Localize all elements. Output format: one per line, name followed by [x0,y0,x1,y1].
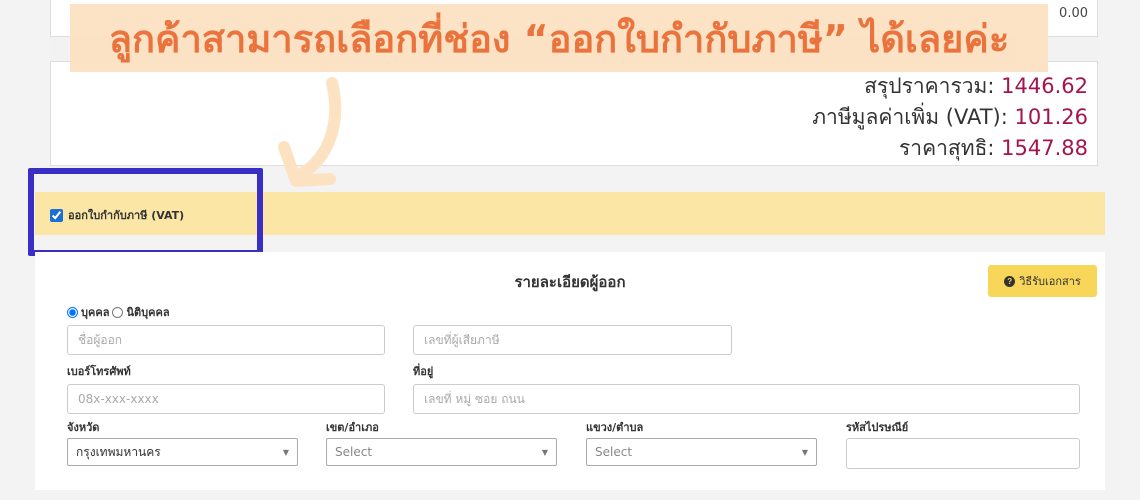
subdistrict-value: Select [595,445,633,459]
address-label: ที่อยู่ [413,365,434,378]
net-label: ราคาสุทธิ: [899,136,995,160]
radio-company[interactable] [112,306,124,318]
chevron-down-icon: ▼ [282,447,289,457]
province-label: จังหวัด [67,421,100,434]
radio-person[interactable] [67,306,78,318]
net-line: ราคาสุทธิ: 1547.88 [899,132,1088,165]
form-title: รายละเอียดผู้ออก [514,273,626,291]
chevron-down-icon: ▼ [801,447,808,457]
district-select[interactable]: Select ▼ [326,438,557,466]
zip-input[interactable] [846,438,1080,469]
subtotal-line: สรุปราคารวม: 1446.62 [864,70,1088,103]
question-icon: ? [1004,275,1016,287]
issuer-details-card: รายละเอียดผู้ออก ? วิธีรับเอกสาร บุคคล นิ… [35,252,1105,490]
address-input[interactable] [413,384,1080,414]
subtotal-label: สรุปราคารวม: [864,74,995,98]
vat-line: ภาษีมูลค่าเพิ่ม (VAT): 101.26 [812,101,1088,134]
radio-company-label: นิติบุคคล [126,306,170,319]
radio-person-label: บุคคล [81,306,110,319]
district-value: Select [335,445,373,459]
subtotal-value: 1446.62 [1001,74,1088,98]
subdistrict-select[interactable]: Select ▼ [586,438,817,466]
vat-value: 101.26 [1014,105,1088,129]
vat-label: ภาษีมูลค่าเพิ่ม (VAT): [812,105,1008,129]
district-label: เขต/อำเภอ [326,421,379,434]
phone-label: เบอร์โทรศัพท์ [67,365,131,378]
tax-id-input[interactable] [413,325,732,355]
net-value: 1547.88 [1001,136,1088,160]
highlight-box [28,168,263,256]
phone-input[interactable] [67,384,385,414]
province-value: กรุงเทพมหานคร [76,444,161,459]
province-select[interactable]: กรุงเทพมหานคร ▼ [67,438,298,466]
doc-button-label: วิธีรับเอกสาร [1019,276,1081,288]
annotation-banner: ลูกค้าสามารถเลือกที่ช่อง “ออกใบกำกับภาษี… [70,4,1048,72]
row-value: 0.00 [1059,6,1088,21]
issuer-name-input[interactable] [67,325,385,355]
entity-type-radios: บุคคล นิติบุคคล [67,303,170,321]
arrow-icon [278,77,342,187]
document-method-button[interactable]: ? วิธีรับเอกสาร [988,265,1097,297]
chevron-down-icon: ▼ [541,447,548,457]
zip-label: รหัสไปรษณีย์ [846,421,909,434]
annotation-text: ลูกค้าสามารถเลือกที่ช่อง “ออกใบกำกับภาษี… [108,16,1010,61]
subdistrict-label: แขวง/ตำบล [586,421,644,434]
